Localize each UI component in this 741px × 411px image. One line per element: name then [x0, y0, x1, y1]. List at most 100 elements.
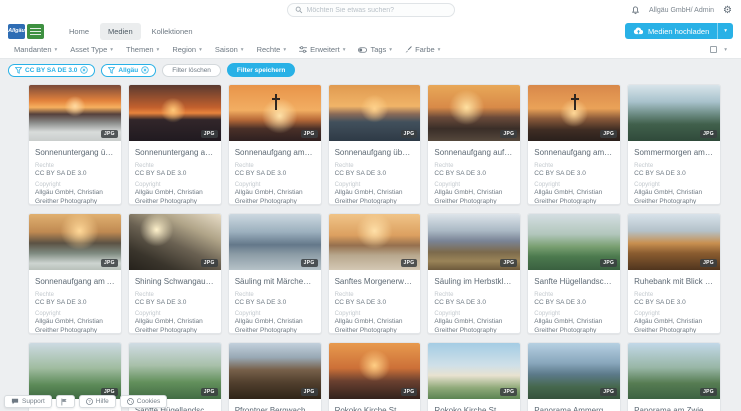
brand-logos[interactable]: Allgäu — [8, 24, 44, 39]
copyright-value: Allgäu GmbH, Christian Greither Photogra… — [35, 318, 115, 334]
media-thumbnail[interactable]: JPG — [29, 214, 121, 270]
filter-dropdown-saison[interactable]: Saison ▾ — [215, 45, 244, 54]
media-card[interactable]: JPG Sonnenuntergang am Hor... Rechte CC … — [128, 84, 222, 205]
nav-item-medien[interactable]: Medien — [100, 23, 141, 40]
media-thumbnail[interactable]: JPG — [528, 85, 620, 141]
filter-dropdown-erweitert[interactable]: Erweitert ▾ — [299, 45, 345, 54]
upload-dropdown-toggle[interactable]: ▾ — [717, 23, 733, 39]
media-card[interactable]: JPG Rokoko Kirche St. Ulrich i... Rechte… — [328, 342, 422, 411]
brush-icon — [405, 46, 412, 53]
media-card[interactable]: JPG Rokoko Kirche St. Ulrich i... Rechte… — [427, 342, 521, 411]
media-thumbnail[interactable]: JPG — [528, 343, 620, 399]
clear-filters-button[interactable]: Filter löschen — [162, 64, 221, 77]
filter-dropdown-farbe[interactable]: Farbe ▾ — [405, 45, 440, 54]
copyright-label: Copyright — [434, 182, 514, 188]
media-title[interactable]: Panorama am Zwieselber... — [628, 399, 720, 411]
widget-support[interactable]: Support — [4, 395, 52, 408]
global-search[interactable] — [287, 3, 455, 17]
upload-button[interactable]: Medien hochladen — [625, 23, 717, 39]
media-card[interactable]: JPG Shining Schwangau@Allg... Rechte CC … — [128, 213, 222, 334]
media-title[interactable]: Pfrontner Bergwacht Hütt... — [229, 399, 321, 411]
media-title[interactable]: Sonnenaufgang am Ausla... — [29, 270, 121, 286]
media-thumbnail[interactable]: JPG — [229, 214, 321, 270]
media-thumbnail[interactable]: JPG — [29, 85, 121, 141]
filter-dropdown-mandanten[interactable]: Mandanten ▾ — [14, 45, 57, 54]
media-card[interactable]: JPG Sommermorgen am Agge... Rechte CC BY… — [627, 84, 721, 205]
chevron-down-icon[interactable]: ▾ — [724, 47, 727, 53]
rights-value: CC BY SA DE 3.0 — [634, 299, 714, 307]
media-thumbnail[interactable]: JPG — [329, 343, 421, 399]
media-title[interactable]: Säuling im Herbstkleid Se... — [428, 270, 520, 286]
media-title[interactable]: Sonnenaufgang am Gipfel... — [229, 141, 321, 157]
media-title[interactable]: Sonnenuntergang am Hor... — [129, 141, 221, 157]
media-thumbnail[interactable]: JPG — [129, 85, 221, 141]
media-thumbnail[interactable]: JPG — [129, 343, 221, 399]
filter-dropdown-rechte[interactable]: Rechte ▾ — [257, 45, 287, 54]
gear-icon[interactable]: ⚙ — [723, 6, 732, 16]
media-meta: Rechte CC BY SA DE 3.0 Copyright Allgäu … — [29, 286, 121, 334]
media-thumbnail[interactable]: JPG — [129, 214, 221, 270]
media-card[interactable]: JPG Sonnenuntergang über de... Rechte CC… — [28, 84, 122, 205]
bell-icon[interactable] — [631, 6, 640, 15]
media-thumbnail[interactable]: JPG — [329, 85, 421, 141]
media-card[interactable]: JPG Sonnenaufgang am Ausla... Rechte CC … — [28, 213, 122, 334]
media-title[interactable]: Shining Schwangau@Allg... — [129, 270, 221, 286]
media-card[interactable]: JPG Säuling im Herbstkleid Se... Rechte … — [427, 213, 521, 334]
widget-hilfe[interactable]: ? Hilfe — [79, 395, 116, 408]
media-title[interactable]: Sanftes Morgenerwachen ... — [329, 270, 421, 286]
file-type-badge: JPG — [301, 388, 318, 396]
media-thumbnail[interactable]: JPG — [628, 85, 720, 141]
media-title[interactable]: Sonnenaufgang über See... — [329, 141, 421, 157]
account-label[interactable]: Allgäu GmbH/ Admin — [649, 7, 714, 14]
media-card[interactable]: JPG Sonnenaufgang über See... Rechte CC … — [328, 84, 422, 205]
rights-label: Rechte — [335, 292, 415, 298]
media-thumbnail[interactable]: JPG — [428, 214, 520, 270]
media-thumbnail[interactable]: JPG — [229, 343, 321, 399]
media-thumbnail[interactable]: JPG — [229, 85, 321, 141]
media-card[interactable]: JPG Sanftes Morgenerwachen ... Rechte CC… — [328, 213, 422, 334]
nav-item-kollektionen[interactable]: Kollektionen — [144, 23, 201, 40]
media-card[interactable]: JPG Ruhebank mit Blick auf S... Rechte C… — [627, 213, 721, 334]
search-input[interactable] — [307, 7, 447, 14]
media-thumbnail[interactable]: JPG — [628, 343, 720, 399]
active-filter-chip-allg-u[interactable]: Allgäu — [101, 64, 156, 77]
filter-dropdown-tags[interactable]: Tags ▾ — [358, 45, 392, 54]
filter-dropdown-themen[interactable]: Themen ▾ — [126, 45, 159, 54]
media-thumbnail[interactable]: JPG — [428, 85, 520, 141]
media-thumbnail[interactable]: JPG — [329, 214, 421, 270]
media-card[interactable]: JPG Sanfte Hügellandschaft i... Rechte C… — [527, 213, 621, 334]
media-title[interactable]: Panorama Ammergauer Al... — [528, 399, 620, 411]
media-title[interactable]: Säuling mit Märchenschlo... — [229, 270, 321, 286]
media-title[interactable]: Rokoko Kirche St. Ulrich i... — [428, 399, 520, 411]
media-card[interactable]: JPG Sonnenaufgang am Gipfel... Rechte CC… — [527, 84, 621, 205]
media-card[interactable]: JPG Sonnenaufgang am Gipfel... Rechte CC… — [228, 84, 322, 205]
layout-square-icon[interactable] — [710, 46, 717, 53]
media-thumbnail[interactable]: JPG — [29, 343, 121, 399]
media-thumbnail[interactable]: JPG — [428, 343, 520, 399]
media-card[interactable]: JPG Panorama Ammergauer Al... Rechte CC … — [527, 342, 621, 411]
media-title[interactable]: Sonnenuntergang über de... — [29, 141, 121, 157]
widget-cookies[interactable]: Cookies — [120, 395, 167, 408]
filter-dropdown-asset-type[interactable]: Asset Type ▾ — [70, 45, 113, 54]
media-title[interactable]: Sonnenaufgang am Gipfel... — [528, 141, 620, 157]
media-title[interactable]: Sonnenaufgang auf der B... — [428, 141, 520, 157]
media-title[interactable]: Rokoko Kirche St. Ulrich i... — [329, 399, 421, 411]
filter-dropdown-region[interactable]: Region ▾ — [172, 45, 202, 54]
active-filter-chip-cc-by-sa-de-3-0[interactable]: CC BY SA DE 3.0 — [8, 64, 95, 77]
media-card[interactable]: JPG Säuling mit Märchenschlo... Rechte C… — [228, 213, 322, 334]
media-title[interactable]: Sommermorgen am Agge... — [628, 141, 720, 157]
nav-item-home[interactable]: Home — [61, 23, 97, 40]
media-card[interactable]: JPG Pfrontner Bergwacht Hütt... Rechte C… — [228, 342, 322, 411]
rights-label: Rechte — [534, 163, 614, 169]
media-thumbnail[interactable]: JPG — [628, 214, 720, 270]
upload-split-button[interactable]: Medien hochladen ▾ — [625, 23, 733, 39]
remove-circle-icon[interactable] — [141, 66, 149, 74]
remove-circle-icon[interactable] — [80, 66, 88, 74]
media-card[interactable]: JPG Panorama am Zwieselber... Rechte CC … — [627, 342, 721, 411]
widget[interactable] — [56, 395, 75, 408]
media-title[interactable]: Sanfte Hügellandschaft i... — [528, 270, 620, 286]
media-card[interactable]: JPG Sonnenaufgang auf der B... Rechte CC… — [427, 84, 521, 205]
save-filter-button[interactable]: Filter speichern — [227, 63, 295, 77]
media-thumbnail[interactable]: JPG — [528, 214, 620, 270]
media-title[interactable]: Ruhebank mit Blick auf S... — [628, 270, 720, 286]
